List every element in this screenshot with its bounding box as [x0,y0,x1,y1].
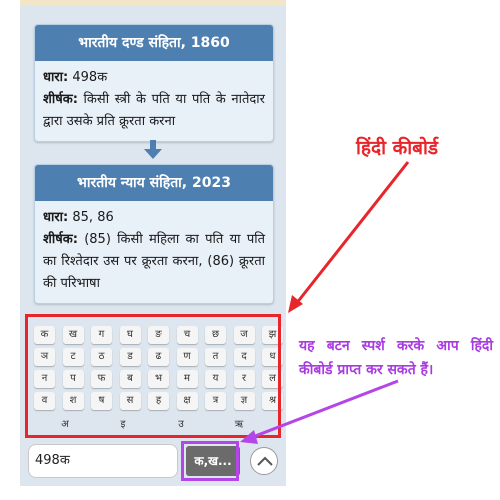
input-bar: 498क क,ख... [28,444,278,478]
key[interactable]: ए [282,416,286,434]
search-input[interactable]: 498क [28,444,178,478]
section-value: 85, 86 [68,210,114,225]
top-strip [20,0,286,6]
bns-card[interactable]: भारतीय न्याय संहिता, 2023 धारा: 85, 86 श… [34,164,274,304]
bns-subject: शीर्षक: (85) किसी महिला का पति या पति का… [43,229,265,295]
annotation-note: यह बटन स्पर्श करके आप हिंदी कीबोर्ड प्रा… [299,338,493,378]
red-arrow [294,161,410,305]
ipc-card-title: भारतीय दण्ड संहिता, 1860 [35,25,273,61]
section-label: धारा: [43,70,69,85]
bns-card-body: धारा: 85, 86 शीर्षक: (85) किसी महिला का … [35,201,273,303]
ipc-section: धारा: 498क [43,67,265,89]
bns-section: धारा: 85, 86 [43,207,265,229]
bns-card-title: भारतीय न्याय संहिता, 2023 [35,165,273,201]
section-label: धारा: [43,210,69,225]
ipc-card[interactable]: भारतीय दण्ड संहिता, 1860 धारा: 498क शीर्… [34,24,274,142]
subject-label: शीर्षक: [43,92,78,107]
subject-label: शीर्षक: [43,232,78,247]
keyboard-highlight-box [25,314,281,438]
chevron-up-icon[interactable] [250,447,278,475]
section-value: 498क [68,70,108,85]
button-highlight-box [181,441,239,481]
down-arrow-icon [144,140,162,159]
red-arrowhead [288,295,303,313]
ipc-subject: शीर्षक: किसी स्त्री के पति या पति के नात… [43,89,265,133]
annotation-title: हिंदी कीबोर्ड [356,137,439,159]
ipc-card-body: धारा: 498क शीर्षक: किसी स्त्री के पति या… [35,61,273,141]
